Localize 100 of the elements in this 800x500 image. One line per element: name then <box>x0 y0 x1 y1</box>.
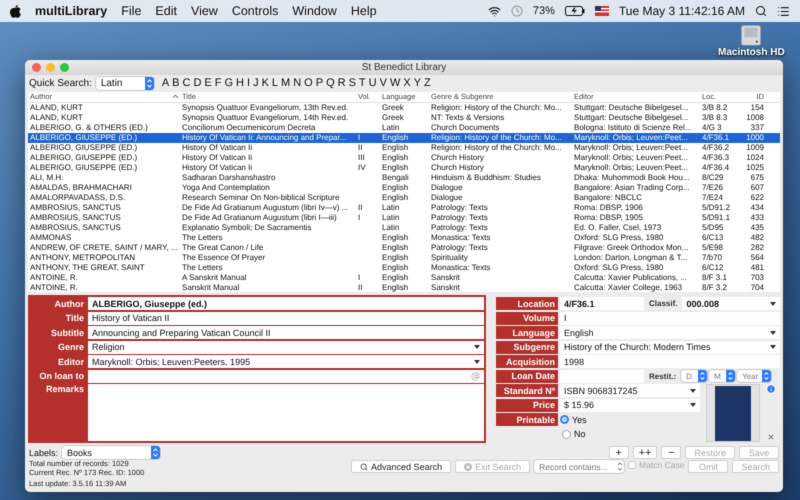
table-cell-text: ANTHONY, THE GREAT, SAINT <box>29 262 146 273</box>
table-row[interactable]: AMALDAS, BRAHMACHARI Yoga And Contemplation English Dialogue Bangalore: Asian Trading Corp... 7/E26 607 <box>28 182 780 193</box>
table-row[interactable]: AMMONAS The Letters English Monastica: Texts Oxford: SLG Press, 1980 6/C13 482 <box>28 232 780 243</box>
remarks-field[interactable] <box>88 384 484 442</box>
dropdown-field[interactable]: Maryknoll: Orbis; Leuven:Peeters, 1995 <box>88 355 484 368</box>
alphabet-link[interactable]: D <box>193 77 202 90</box>
date-select[interactable]: M <box>709 370 736 382</box>
table-row[interactable]: ALAND, KURT Synopsis Quattuor Evangeliorum, 13th Rev.ed. Greek Religion: History of the Church: Mo... Stuttgart: Deutsche Bibelgesel... 3/B 8.2 154 <box>28 102 780 113</box>
table-row[interactable]: ALI, M.H. Sadharan Darshanshastro Bengali Hinduism & Buddhism: Studies Dhaka: Muhommodi Book Hou... 8/C29 675 <box>28 172 780 183</box>
app-menu[interactable]: multiLibrary <box>35 4 108 18</box>
table-row[interactable]: ANTOINE, R. A Sanskrit Manual I English Sanskrit Calcutta: Xavier Publications, ... 8/F 3.1 703 <box>28 272 780 283</box>
text-field[interactable]: History of Vatican II <box>88 312 484 325</box>
table-row[interactable]: ALBERIGO, GIUSEPPE (ED.) History Of Vatican Ii III English Church History Maryknoll: Orbis; Leuven:Peet... 4/F36.3 1024 <box>28 152 780 163</box>
alphabet-link[interactable]: H <box>236 77 244 90</box>
alphabet-link[interactable]: O <box>304 77 313 90</box>
classification-label: Classif. <box>648 299 678 308</box>
quick-search-select[interactable]: Latin <box>96 76 154 90</box>
table-cell-text: Bangalore: NBCLC <box>573 192 644 203</box>
radio-option[interactable]: Yes <box>560 414 587 425</box>
dropdown-field[interactable]: English <box>560 326 780 340</box>
wifi-icon[interactable] <box>488 4 501 18</box>
dropdown-field[interactable]: 000.008 <box>682 297 780 310</box>
table-cell-text: Monastica: Texts <box>430 232 492 243</box>
table-row[interactable]: AMALORPAVADASS, D.S. Research Seminar On Non-biblical Scripture English Dialogue Bangalore: NBCLC 7/E24 622 <box>28 192 780 203</box>
table-row[interactable]: ALAND, KURT Synopsis Quattuor Evangeliorum, 14th Rev.ed. Greek NT: Texts & Versions Stuttgart: Deutsche Bibelgesel... 3/B 8.3 1008 <box>28 112 780 123</box>
record-button[interactable]: ++ <box>632 446 658 460</box>
table-row[interactable]: ANTOINE, R. Sanskrit Manual II English Sanskrit Calcutta: Xavier College, 1963 8/F 3.2 704 <box>28 282 780 292</box>
menu-bar-clock[interactable]: Tue May 3 11:42:16 AM <box>618 4 745 18</box>
alphabet-link[interactable]: E <box>204 77 212 90</box>
alphabet-link[interactable]: G <box>224 77 234 90</box>
table-row[interactable]: ALBERIGO, GIUSEPPE (ED.) History Of Vatican Ii: Announcing and Prepar... I English Religion: History of the Church: Mo... Maryknoll: Orbis; Leuven:Peet... 4/F36.1 1000 <box>28 132 780 143</box>
menu-item[interactable]: Window <box>292 4 337 18</box>
date-select[interactable]: D <box>681 370 708 382</box>
table-row[interactable]: AMBROSIUS, SANCTUS De Fide Ad Gratianum Augustum (libri I—iii) I Latin Patrology: Texts Roma: DBSP, 1905 5/D91.1 433 <box>28 212 780 223</box>
record-filter-select[interactable]: Record contains... <box>534 460 624 474</box>
alphabet-link[interactable]: V <box>380 77 387 90</box>
table-row[interactable]: ANTHONY, THE GREAT, SAINT The Letters English Monastica: Texts Oxford: SLG Press, 1980 6/C12 481 <box>28 262 780 273</box>
table-cell-text: Maryknoll: Orbis; Leuven:Peet... <box>573 132 689 143</box>
alphabet-link[interactable]: L <box>272 77 278 90</box>
table-row[interactable]: ALBERIGO, GIUSEPPE (ED.) History Of Vatican Ii IV English Church History Maryknoll: Orbis; Leuven:Peet... 4/F36.4 1025 <box>28 162 780 173</box>
sort-caret-icon <box>173 95 178 98</box>
table-row[interactable]: ANTHONY, METROPOLITAN The Essence Of Prayer English Spirituality London: Darton, Longman & T... 7/b70 564 <box>28 252 780 263</box>
table-cell-text: Sanskrit Manual <box>181 282 240 292</box>
dropdown-field[interactable]: ISBN 9068317245 <box>560 384 700 398</box>
alphabet-link[interactable]: N <box>293 77 302 90</box>
alphabet-link[interactable]: M <box>281 77 290 90</box>
alphabet-link[interactable]: P <box>316 77 324 90</box>
alphabet-link[interactable]: K <box>262 77 269 90</box>
record-button[interactable]: − <box>661 446 682 460</box>
alphabet-link[interactable]: B <box>172 77 180 90</box>
labels-select[interactable]: Books <box>62 446 160 460</box>
close-icon[interactable] <box>767 433 775 442</box>
text-field[interactable] <box>88 370 484 383</box>
alphabet-link[interactable]: C <box>182 77 190 90</box>
table-row[interactable]: ALBERIGO, G. & OTHERS (ED.) Conciliorum Oecumenicorum Decreta Latin Church Documents Bologna: Istituto di Scienze Rel... 4/G 3 337 <box>28 122 780 133</box>
menu-item[interactable]: Help <box>350 4 377 18</box>
alphabet-link[interactable]: Q <box>326 77 335 90</box>
alphabet-link[interactable]: I <box>247 77 250 90</box>
flag-icon[interactable] <box>594 6 609 16</box>
alphabet-link[interactable]: W <box>390 77 400 90</box>
alphabet-link[interactable]: R <box>338 77 346 90</box>
dropdown-field[interactable]: Religion <box>88 340 484 354</box>
battery-icon[interactable] <box>564 6 585 16</box>
hard-drive-icon[interactable] <box>740 24 762 46</box>
info-icon[interactable] <box>766 384 776 394</box>
text-field[interactable]: Announcing and Preparing Vatican Council II <box>88 326 484 340</box>
apple-icon[interactable] <box>10 4 21 18</box>
table-cell-text: English <box>381 192 410 203</box>
menu-item[interactable]: File <box>121 4 142 18</box>
table-cell-text: 482 <box>750 232 765 243</box>
alphabet-link[interactable]: U <box>368 77 377 90</box>
advanced-search-button[interactable]: Advanced Search <box>351 460 452 474</box>
table-row[interactable]: AMBROSIUS, SANCTUS Explanatio Symboli; De Sacramentis Latin Patrology: Texts Ed. O. Faller, Csel, 1973 5/D95 435 <box>28 222 780 233</box>
text-field[interactable]: I <box>560 312 780 325</box>
text-field[interactable]: 1998 <box>560 355 780 368</box>
menu-item[interactable]: Edit <box>155 4 177 18</box>
search-icon <box>360 462 368 471</box>
alphabet-link[interactable]: T <box>358 77 366 90</box>
alphabet-link[interactable]: J <box>253 77 259 90</box>
dropdown-field[interactable]: History of the Church: Modern Times <box>560 340 780 354</box>
table-row[interactable]: AMBROSIUS, SANCTUS De Fide Ad Gratianum Augustum (libri Iv—v) ... II Latin Patrology: Texts Roma: DBSP, 1906 5/D91.2 434 <box>28 202 780 213</box>
alphabet-link[interactable]: F <box>214 77 222 90</box>
alphabet-link[interactable]: S <box>348 77 356 90</box>
alphabet-link[interactable]: A <box>162 77 170 90</box>
table-row[interactable]: ANDREW, OF CRETE, SAINT / MARY, ... The Great Canon / Life English Patrology: Texts Filgrave: Greek Orthodox Mon... 5/E98 282 <box>28 242 780 253</box>
alphabet-link[interactable]: Z <box>424 77 431 90</box>
text-field[interactable]: ALBERIGO, Giuseppe (ed.) <box>88 297 484 310</box>
dropdown-field[interactable]: $ 15.96 <box>560 398 700 412</box>
alphabet-link[interactable]: X <box>403 77 411 90</box>
record-button[interactable]: + <box>608 446 629 460</box>
radio-option[interactable]: No <box>562 429 586 440</box>
dropdown-caret-icon <box>690 388 696 393</box>
menu-item[interactable]: View <box>190 4 218 18</box>
table-row[interactable]: ALBERIGO, GIUSEPPE (ED.) History Of Vatican Ii II English Religion: History of the Church: Mo... Maryknoll: Orbis; Leuven:Peet... 4/F36.2 1009 <box>28 142 780 153</box>
alphabet-link[interactable]: Y <box>414 77 422 90</box>
text-field[interactable]: 4/F36.1 <box>560 297 644 310</box>
date-select[interactable]: Year <box>737 370 772 382</box>
search-icon[interactable] <box>755 5 767 17</box>
menu-item[interactable]: Controls <box>232 4 278 18</box>
list-icon[interactable] <box>777 4 790 18</box>
